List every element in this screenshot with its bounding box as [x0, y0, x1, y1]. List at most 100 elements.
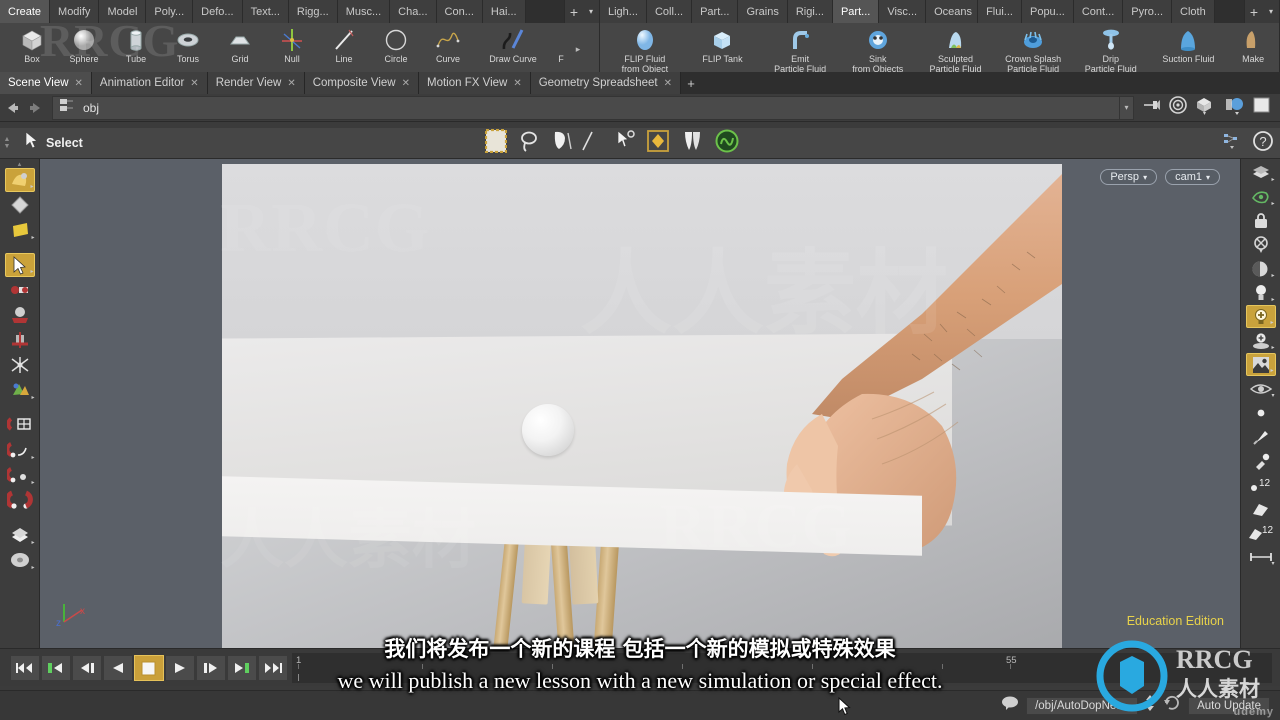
path-dropdown-button[interactable]: ▾: [1120, 95, 1134, 120]
tab-motion-fx-view[interactable]: Motion FX View ✕: [419, 72, 531, 94]
pin-icon[interactable]: [1142, 96, 1162, 119]
shelf-tab-grains[interactable]: Grains: [738, 0, 788, 23]
pose-tool-button[interactable]: ▸: [5, 378, 35, 402]
shelf-button-tube[interactable]: Tube: [110, 23, 162, 75]
primitive-display-button[interactable]: [1246, 497, 1276, 520]
submenu-arrow-icon[interactable]: ▸: [31, 539, 34, 546]
shelf-tabs-menu-button-right[interactable]: ▾: [1263, 0, 1279, 23]
no-camera-button[interactable]: [1246, 233, 1276, 256]
close-icon[interactable]: ✕: [402, 78, 410, 89]
shelf-left-scroll-right[interactable]: ▸: [570, 23, 586, 75]
object-display-icon[interactable]: [1194, 95, 1216, 120]
tab-composite-view[interactable]: Composite View ✕: [304, 72, 419, 94]
shelf-tab-particle-fluids[interactable]: Part...: [832, 0, 880, 23]
shelf-button-box[interactable]: Box: [6, 23, 58, 75]
shelf-tab-muscles[interactable]: Musc...: [337, 0, 391, 23]
target-icon[interactable]: [1168, 95, 1188, 120]
shelf-button-drip-particle-fluid[interactable]: Drip Particle Fluid: [1072, 23, 1150, 75]
layers-tool-button[interactable]: ▸: [5, 523, 35, 547]
submenu-arrow-icon[interactable]: ▸: [1271, 344, 1274, 351]
close-icon[interactable]: ✕: [190, 78, 198, 89]
up-down-arrows-icon[interactable]: [1144, 694, 1156, 717]
submenu-arrow-icon[interactable]: ▸: [1270, 367, 1273, 374]
shelf-button-flip-tank[interactable]: FLIP Tank: [684, 23, 762, 75]
move-tool-button[interactable]: [5, 303, 35, 327]
close-icon[interactable]: ✕: [287, 78, 295, 89]
shelf-button-suction-fluid[interactable]: Suction Fluid: [1150, 23, 1228, 75]
shelf-button-line[interactable]: Line: [318, 23, 370, 75]
shelf-tab-oceans[interactable]: Oceans: [926, 0, 979, 23]
shelf-button-make[interactable]: Make: [1227, 23, 1279, 75]
shelf-tab-collisions[interactable]: Coll...: [646, 0, 693, 23]
viewport-camera-dropdown[interactable]: cam1 ▾: [1165, 169, 1220, 185]
shelf-tab-modify[interactable]: Modify: [50, 0, 100, 23]
view-tool-button[interactable]: ▸: [4, 168, 35, 192]
display-shading-button[interactable]: ▸: [1246, 161, 1276, 184]
submenu-arrow-icon[interactable]: ▸: [1270, 319, 1273, 326]
shelf-tab-pyro[interactable]: Pyro...: [1123, 0, 1173, 23]
snap-primitive-tool-button[interactable]: ▸: [5, 463, 35, 487]
shelf-tab-viscous[interactable]: Visc...: [879, 0, 927, 23]
point-number-button[interactable]: 12: [1246, 473, 1276, 496]
add-light-button[interactable]: ▸: [1245, 305, 1276, 328]
submenu-arrow-icon[interactable]: ▸: [31, 234, 34, 241]
node-path-chip[interactable]: /obj/AutoDopNet...: [1026, 696, 1139, 715]
shelf-tab-fluids[interactable]: Flui...: [978, 0, 1022, 23]
tab-scene-view[interactable]: Scene View ✕: [0, 72, 92, 94]
path-input[interactable]: obj: [52, 95, 1120, 120]
paint-button[interactable]: [1246, 425, 1276, 448]
select-mode-icon[interactable]: [615, 129, 635, 158]
shelf-tab-containers[interactable]: Cont...: [1073, 0, 1124, 23]
shelf-tab-model[interactable]: Model: [99, 0, 147, 23]
material-sphere-icon[interactable]: [715, 129, 739, 158]
back-arrow-icon[interactable]: [0, 96, 24, 120]
visualize-icon[interactable]: [647, 129, 669, 158]
submenu-arrow-icon[interactable]: ▸: [1271, 272, 1274, 279]
submenu-arrow-icon[interactable]: ▸: [31, 394, 34, 401]
submenu-arrow-icon[interactable]: ▾: [1271, 560, 1274, 567]
ghost-display-button[interactable]: ▸: [1246, 185, 1276, 208]
shelf-button-null[interactable]: Null: [266, 23, 318, 75]
shelf-tab-deform[interactable]: Defo...: [193, 0, 243, 23]
brush-select-icon[interactable]: [551, 129, 573, 158]
scale-tool-button[interactable]: [5, 353, 35, 377]
forward-arrow-icon[interactable]: [24, 96, 48, 120]
viewport-display-icon[interactable]: [1252, 95, 1272, 120]
refresh-icon[interactable]: [1162, 694, 1182, 717]
shelf-add-tab-button[interactable]: +: [565, 0, 583, 23]
shelf-button-circle[interactable]: Circle: [370, 23, 422, 75]
shelf-tab-characters[interactable]: Cha...: [390, 0, 437, 23]
handle-tool-button[interactable]: [5, 278, 35, 302]
lock-camera-button[interactable]: [1246, 209, 1276, 232]
shelf-button-sphere[interactable]: Sphere: [58, 23, 110, 75]
shelf-button-flip-fluid-from-object[interactable]: FLIP Fluid from Object: [606, 23, 684, 75]
box-select-icon[interactable]: [484, 128, 508, 158]
shelf-tab-cloth[interactable]: Cloth: [1172, 0, 1215, 23]
shelf-add-tab-button-right[interactable]: +: [1245, 0, 1263, 23]
snapshot-tool-button[interactable]: [5, 193, 35, 217]
add-tab-button[interactable]: +: [681, 72, 702, 94]
rotate-tool-button[interactable]: [5, 328, 35, 352]
shelf-tab-poly[interactable]: Poly...: [146, 0, 194, 23]
close-icon[interactable]: ✕: [513, 78, 521, 89]
shelf-tab-particles[interactable]: Part...: [692, 0, 739, 23]
point-display-button[interactable]: [1246, 401, 1276, 424]
transform-axis-tool-button[interactable]: [5, 413, 35, 437]
close-icon[interactable]: ✕: [75, 78, 83, 89]
headlight-button[interactable]: ▸: [1246, 281, 1276, 304]
laser-select-icon[interactable]: [581, 129, 595, 158]
submenu-arrow-icon[interactable]: ▸: [31, 454, 34, 461]
snap-grid-tool-button[interactable]: ▸: [5, 438, 35, 462]
shelf-button-partial[interactable]: F: [552, 23, 570, 75]
submenu-arrow-icon[interactable]: ▸: [1271, 200, 1274, 207]
submenu-arrow-icon[interactable]: ▾: [1271, 392, 1274, 399]
submenu-arrow-icon[interactable]: ▸: [1271, 176, 1274, 183]
shelf-button-emit-particle-fluid[interactable]: Emit Particle Fluid: [761, 23, 839, 75]
shelf-tab-lights[interactable]: Ligh...: [600, 0, 647, 23]
group-icon[interactable]: [681, 129, 703, 158]
eyedropper-button[interactable]: [1246, 449, 1276, 472]
place-light-button[interactable]: ▸: [1246, 329, 1276, 352]
primitive-number-button[interactable]: 12: [1246, 521, 1276, 544]
shelf-button-torus[interactable]: Torus: [162, 23, 214, 75]
tab-render-view[interactable]: Render View ✕: [207, 72, 305, 94]
